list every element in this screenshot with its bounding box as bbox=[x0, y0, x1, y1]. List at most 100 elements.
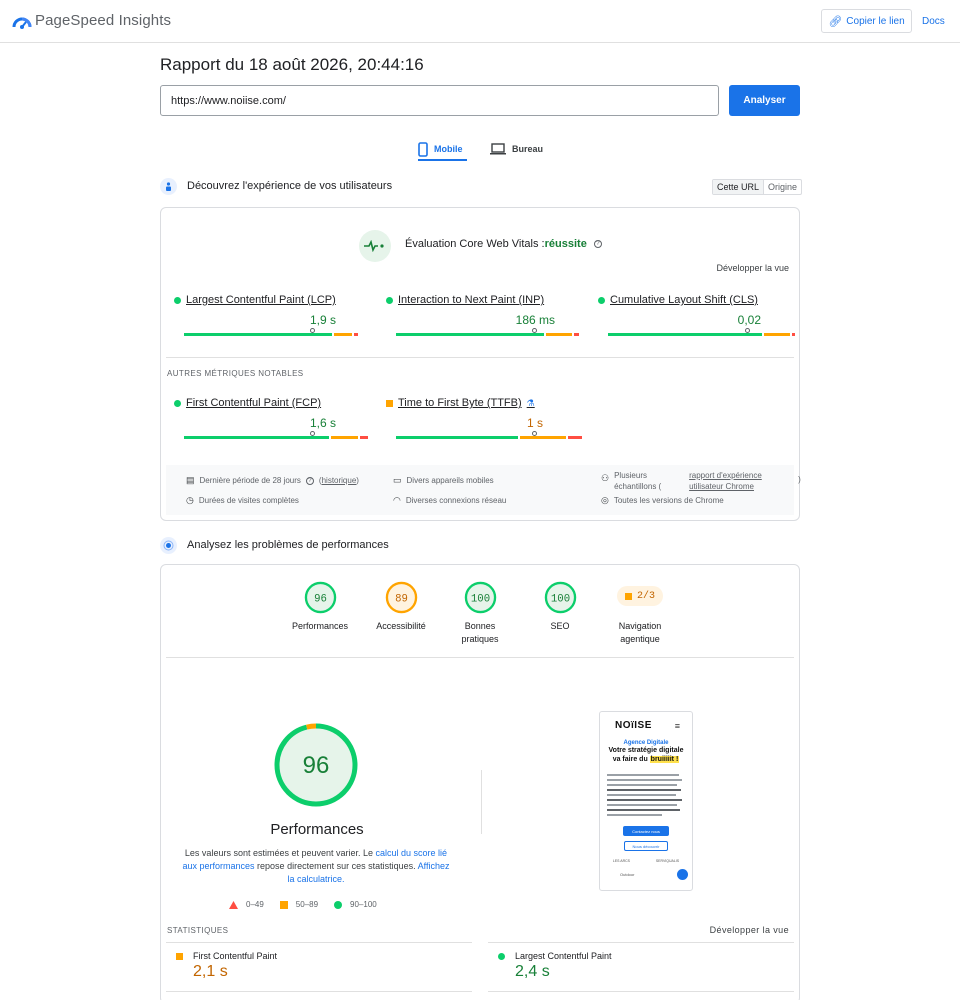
history-link[interactable]: (historique) bbox=[319, 476, 359, 485]
cwv-evaluation: Évaluation Core Web Vitals :réussite ? bbox=[405, 238, 602, 250]
metric-cls-bar bbox=[608, 333, 795, 336]
analyze-button[interactable]: Analyser bbox=[729, 85, 800, 116]
performance-big-score: 96 bbox=[303, 752, 330, 779]
good-dot-icon bbox=[334, 900, 343, 909]
preview-highlight: bruiiiiit ! bbox=[649, 756, 680, 763]
category-seo[interactable]: 100 SEO bbox=[531, 581, 589, 633]
metric-inp-name[interactable]: Interaction to Next Paint (INP) bbox=[386, 294, 581, 306]
crux-report-link[interactable]: rapport d'expérience utilisateur Chrome bbox=[689, 470, 793, 492]
report-title: Rapport du 18 août 2026, 20:44:16 bbox=[160, 55, 424, 74]
preview-partners: LES ARCS SERVIQUALIS bbox=[600, 859, 692, 863]
category-accessibility[interactable]: 89 Accessibilité bbox=[370, 581, 432, 633]
metric-cls-name[interactable]: Cumulative Layout Shift (CLS) bbox=[598, 294, 795, 306]
metric-lcp-name[interactable]: Largest Contentful Paint (LCP) bbox=[174, 294, 369, 306]
cwv-expand-view[interactable]: Développer la vue bbox=[716, 263, 789, 273]
url-origin-toggle[interactable]: Cette URL Origine bbox=[712, 179, 803, 195]
poor-triangle-icon bbox=[229, 900, 238, 909]
preview-secondary-button: Nous découvrir bbox=[624, 841, 668, 851]
statistics-expand-view[interactable]: Développer la vue bbox=[710, 925, 789, 935]
field-data-info: ▤ Dernière période de 28 jours ? (histor… bbox=[166, 465, 801, 515]
stat-lcp: Largest Contentful Paint 2,4 s bbox=[498, 951, 612, 981]
performance-card: 96 Performances 89 Accessibilité 100 Bon… bbox=[160, 564, 800, 1000]
good-dot-icon bbox=[174, 296, 181, 304]
good-dot-icon bbox=[386, 296, 393, 304]
category-best-practices[interactable]: 100 Bonnes pratiques bbox=[451, 581, 509, 646]
metric-lcp-value: 1,9 s bbox=[309, 313, 336, 327]
preview-partner-2: Outdoor bbox=[620, 872, 635, 877]
metric-fcp-bar bbox=[184, 436, 368, 439]
best-practices-score: 100 bbox=[470, 593, 489, 605]
info-samples-text: Plusieurs échantillons ( bbox=[614, 471, 662, 491]
preview-headline: Votre stratégie digitale va faire du bru… bbox=[600, 746, 692, 764]
preview-body-lines bbox=[607, 774, 685, 816]
metric-ttfb-label: Time to First Byte (TTFB) bbox=[398, 397, 522, 409]
info-chrome: ◎ Toutes les versions de Chrome bbox=[601, 495, 724, 506]
help-icon[interactable]: ? bbox=[593, 240, 602, 249]
help-icon[interactable]: ? bbox=[305, 476, 314, 485]
seo-score: 100 bbox=[550, 593, 569, 605]
metric-cls: Cumulative Layout Shift (CLS) 0,02 bbox=[598, 294, 795, 338]
copy-link-button[interactable]: 🔗︎ Copier le lien bbox=[821, 9, 912, 33]
metric-fcp-value: 1,6 s bbox=[309, 416, 336, 430]
metric-inp-bar bbox=[396, 333, 579, 336]
perf-desc-text-1: Les valeurs sont estimées et peuvent var… bbox=[184, 848, 376, 858]
statistics-label: STATISTIQUES bbox=[167, 926, 229, 935]
metric-fcp: First Contentful Paint (FCP) 1,6 s bbox=[174, 397, 369, 441]
category-performance[interactable]: 96 Performances bbox=[291, 581, 349, 633]
good-dot-icon bbox=[598, 296, 605, 304]
average-square-icon bbox=[386, 399, 393, 407]
info-devices: ▭ Divers appareils mobiles bbox=[393, 475, 494, 486]
url-input[interactable] bbox=[160, 85, 719, 116]
preview-logo: NOïISE bbox=[615, 720, 652, 731]
vitals-pulse-icon bbox=[359, 230, 391, 262]
page-screenshot[interactable]: NOïISE ≡ Agence Digitale Votre stratégie… bbox=[599, 711, 693, 891]
cwv-section-title: Découvrez l'expérience de vos utilisateu… bbox=[187, 180, 393, 192]
hamburger-menu-icon: ≡ bbox=[674, 720, 680, 731]
metric-cls-label: Cumulative Layout Shift (CLS) bbox=[610, 294, 758, 306]
preview-partner-1: LES ARCS bbox=[612, 859, 631, 863]
app-title[interactable]: PageSpeed Insights bbox=[35, 12, 171, 29]
lighthouse-icon bbox=[160, 537, 177, 554]
accessibility-gauge: 89 bbox=[385, 581, 417, 614]
docs-link[interactable]: Docs bbox=[922, 16, 945, 27]
chrome-icon: ◎ bbox=[601, 495, 609, 505]
stat-lcp-value: 2,4 s bbox=[515, 963, 550, 980]
users-icon bbox=[160, 178, 177, 195]
notable-metrics-label: AUTRES MÉTRIQUES NOTABLES bbox=[167, 369, 304, 378]
divider bbox=[488, 991, 794, 992]
stat-fcp-value: 2,1 s bbox=[193, 963, 228, 980]
divider bbox=[166, 357, 794, 358]
tab-desktop-label: Bureau bbox=[512, 144, 544, 154]
metric-inp: Interaction to Next Paint (INP) 186 ms bbox=[386, 294, 581, 338]
toggle-origin[interactable]: Origine bbox=[764, 180, 801, 194]
perf-section-title: Analysez les problèmes de performances bbox=[187, 539, 389, 551]
metric-lcp-bar bbox=[184, 333, 358, 336]
cwv-eval-prefix: Évaluation Core Web Vitals : bbox=[405, 238, 545, 250]
category-agentic-navigation[interactable]: 2/3 Navigation agentique bbox=[609, 581, 671, 646]
stopwatch-icon: ◷ bbox=[186, 495, 194, 505]
seo-label: SEO bbox=[550, 621, 570, 631]
metric-fcp-name[interactable]: First Contentful Paint (FCP) bbox=[174, 397, 369, 409]
history-link-text[interactable]: historique bbox=[322, 476, 357, 485]
wifi-icon: ◠ bbox=[393, 495, 401, 505]
tab-mobile[interactable]: Mobile bbox=[418, 137, 468, 161]
legend-average: 50–89 bbox=[279, 900, 318, 909]
preview-headline-line-2: va faire du bbox=[612, 756, 648, 763]
metric-inp-label: Interaction to Next Paint (INP) bbox=[398, 294, 545, 306]
legend-good: 90–100 bbox=[334, 900, 377, 909]
average-square-icon bbox=[624, 592, 632, 600]
preview-cta-button: Contactez nous bbox=[623, 826, 669, 836]
score-legend: 0–49 50–89 90–100 bbox=[229, 900, 377, 909]
phone-icon bbox=[418, 141, 428, 157]
info-durations-text: Durées de visites complètes bbox=[198, 496, 299, 505]
metric-ttfb-name[interactable]: Time to First Byte (TTFB) ⚗︎ bbox=[386, 397, 581, 409]
calendar-icon: ▤ bbox=[186, 475, 195, 485]
divider bbox=[488, 942, 794, 943]
preview-headline-line-1: Votre stratégie digitale bbox=[608, 747, 684, 754]
info-chrome-text: Toutes les versions de Chrome bbox=[613, 496, 724, 505]
tab-desktop[interactable]: Bureau bbox=[490, 137, 550, 161]
devices-icon: ▭ bbox=[393, 475, 402, 485]
good-dot-icon bbox=[498, 952, 505, 960]
toggle-this-url[interactable]: Cette URL bbox=[713, 180, 765, 194]
performance-score: 96 bbox=[314, 593, 327, 605]
